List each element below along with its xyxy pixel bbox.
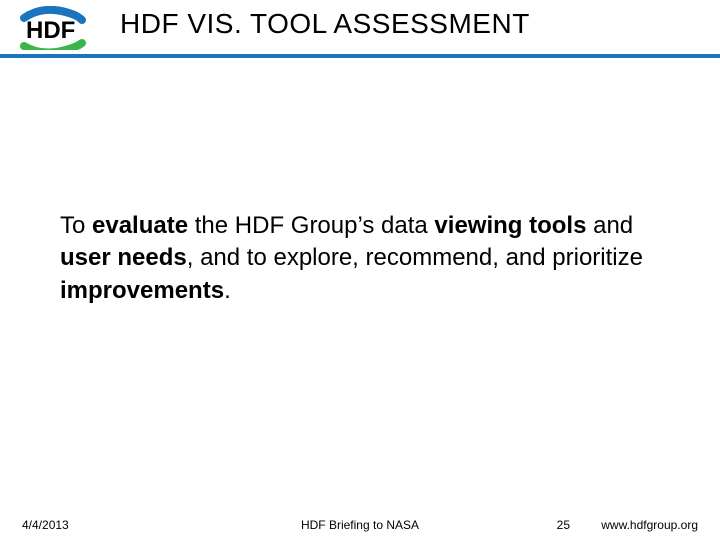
body-segment: To <box>60 212 92 239</box>
header-underline <box>0 54 720 58</box>
body-segment: . <box>224 277 231 304</box>
footer-url: www.hdfgroup.org <box>601 518 698 532</box>
body-bold-segment: improvements <box>60 277 224 304</box>
footer-page: 25 <box>557 518 570 532</box>
slide: HDF HDF VIS. TOOL ASSESSMENT To evaluate… <box>0 0 720 540</box>
slide-title: HDF VIS. TOOL ASSESSMENT <box>120 8 530 40</box>
slide-header: HDF HDF VIS. TOOL ASSESSMENT <box>0 0 720 54</box>
svg-text:HDF: HDF <box>26 17 75 44</box>
body-text: To evaluate the HDF Group’s data viewing… <box>60 210 650 307</box>
body-segment: the HDF Group’s data <box>188 212 434 239</box>
body-segment: and <box>586 212 633 239</box>
hdf-logo: HDF <box>18 6 98 50</box>
body-segment: , and to explore, recommend, and priorit… <box>187 244 643 271</box>
body-bold-segment: viewing tools <box>434 212 586 239</box>
body-bold-segment: evaluate <box>92 212 188 239</box>
body-bold-segment: user needs <box>60 244 187 271</box>
slide-footer: 4/4/2013 HDF Briefing to NASA 25 www.hdf… <box>0 514 720 536</box>
